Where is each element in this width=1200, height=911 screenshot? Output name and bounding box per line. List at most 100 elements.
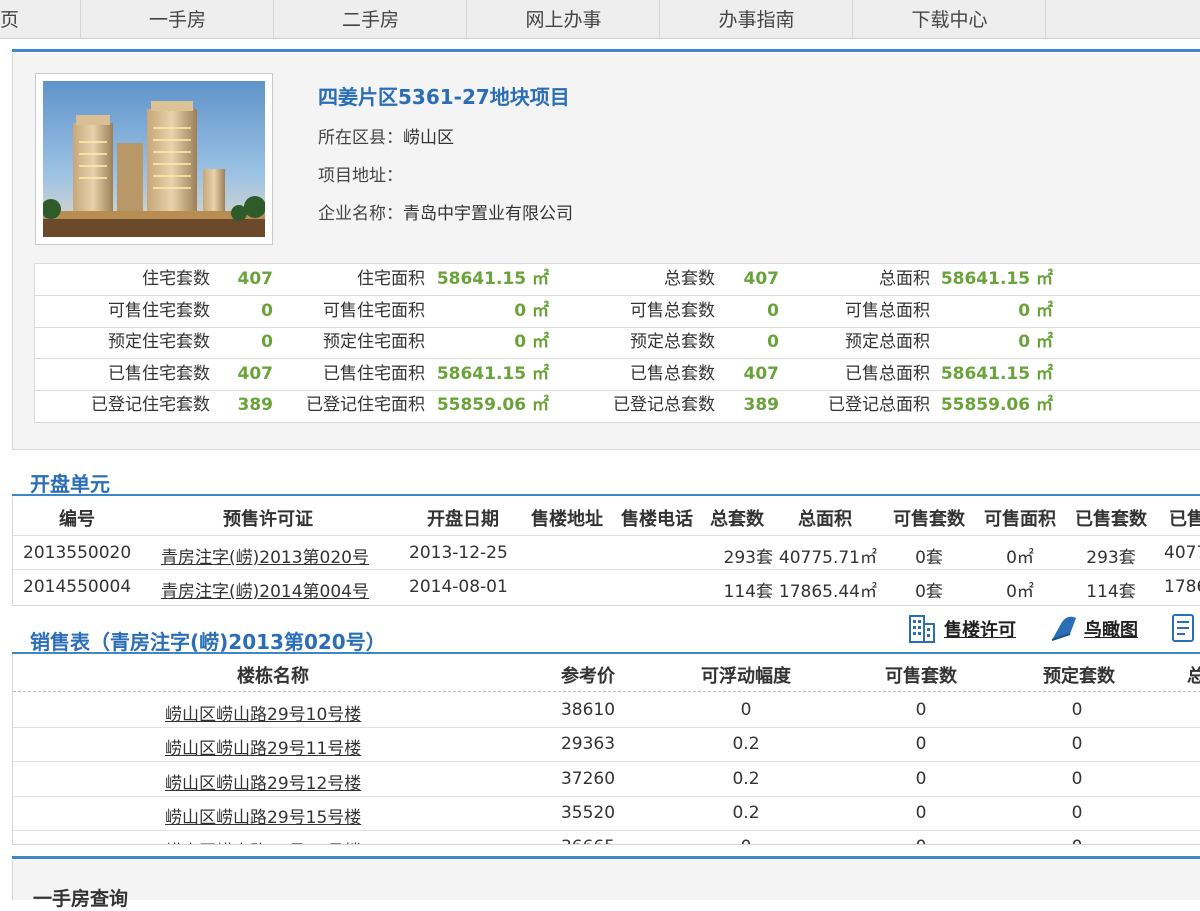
units-col-area: 总面积 (798, 509, 852, 530)
units-table: 编号 预售许可证 开盘日期 售楼地址 售楼电话 总套数 总面积 可售套数 可售面… (12, 497, 1200, 606)
query-section-title: 一手房查询 (33, 888, 129, 910)
sales-section-title: 销售表（青房注字(崂)2013第020号） (30, 630, 386, 654)
units-col-phone: 售楼电话 (621, 509, 693, 530)
building-price: 29363 (560, 734, 616, 754)
building-avail: 0 (871, 837, 971, 844)
district-line: 所在区县：崂山区 (318, 123, 454, 148)
stat-label: 预定总面积 (845, 332, 930, 353)
nav-item-home[interactable]: 页 (0, 0, 80, 38)
building-link[interactable]: 崂山区崂山路29号10号楼 (165, 700, 361, 725)
stat-value: 0 (261, 300, 273, 321)
building-link[interactable]: 崂山区崂山路29号16号楼 (165, 837, 361, 844)
query-divider (12, 856, 1200, 859)
building-link[interactable]: 崂山区崂山路29号15号楼 (165, 803, 361, 828)
stat-value: 58641.15 ㎡ (940, 269, 1053, 289)
unit-permit-link[interactable]: 青房注字(崂)2014第004号 (161, 577, 369, 602)
unit-avail: 0套 (915, 582, 943, 602)
stat-value: 0 ㎡ (1018, 332, 1053, 353)
building-link[interactable]: 崂山区崂山路29号11号楼 (165, 734, 361, 759)
unit-avail-area: 0㎡ (1006, 548, 1034, 568)
sales-col-price: 参考价 (561, 666, 615, 687)
nav-item-second-hand[interactable]: 二手房 (273, 0, 467, 38)
stat-label: 住宅面积 (357, 269, 425, 289)
building-avail: 0 (915, 734, 927, 754)
nav-item-download[interactable]: 下载中心 (852, 0, 1046, 38)
stat-value: 0 ㎡ (514, 332, 549, 353)
stat-value: 0 ㎡ (1018, 300, 1053, 321)
unit-sold-area: 1786 (1164, 577, 1200, 597)
divider (12, 49, 1200, 52)
stat-value: 58641.15 ㎡ (436, 363, 549, 384)
building-permit-button[interactable]: 售楼许可 (944, 616, 1016, 642)
stat-label: 已售住宅面积 (323, 363, 425, 384)
building-float: 0.2 (732, 734, 760, 754)
unit-total: 293套 (723, 548, 773, 568)
aerial-view-button[interactable]: 鸟瞰图 (1084, 616, 1138, 642)
project-title: 四姜片区5361-27地块项目 (318, 85, 570, 109)
sales-row-line (13, 761, 1200, 762)
stat-label: 住宅套数 (142, 269, 210, 289)
stats-row: 已登记住宅套数 389 已登记住宅面积 55859.06 ㎡已登记总套数 389 已登记总… (35, 390, 1200, 421)
building-price: 37260 (560, 769, 616, 789)
unit-permit-link[interactable]: 青房注字(崂)2013第020号 (161, 543, 369, 568)
nav-item-guide[interactable]: 办事指南 (659, 0, 853, 38)
stat-label: 预定住宅套数 (108, 332, 210, 353)
sales-header-line (13, 691, 1200, 692)
stat-label: 已登记总套数 (613, 395, 715, 416)
sales-table: 楼栋名称 参考价 可浮动幅度 可售套数 预定套数 总 崂山区崂山路29号10号楼… (12, 654, 1200, 845)
units-divider (12, 494, 1200, 496)
units-col-date: 开盘日期 (427, 509, 499, 530)
stat-label: 可售总套数 (630, 300, 715, 321)
company-line: 企业名称：青岛中宇置业有限公司 (318, 199, 573, 224)
unit-id: 2014550004 (23, 577, 132, 597)
aerial-view-icon[interactable] (1048, 612, 1080, 644)
stat-label: 已登记住宅面积 (306, 395, 425, 416)
unit-avail-area: 0㎡ (1006, 582, 1034, 602)
stat-label: 预定住宅面积 (323, 332, 425, 353)
unit-area: 40775.71㎡ (778, 548, 877, 568)
unit-date: 2014-08-01 (409, 577, 508, 597)
units-col-avail: 可售套数 (893, 509, 965, 530)
unit-sold-area: 4077 (1164, 543, 1200, 563)
building-reserved: 0 (1071, 803, 1083, 823)
nav-item-online-service[interactable]: 网上办事 (466, 0, 660, 38)
building-float: 0.2 (732, 803, 760, 823)
building-link[interactable]: 崂山区崂山路29号12号楼 (165, 769, 361, 794)
stat-value: 58641.15 ㎡ (940, 363, 1053, 384)
units-col-total: 总套数 (710, 509, 764, 530)
building-price: 36665 (533, 837, 643, 844)
unit-total: 114套 (723, 582, 773, 602)
stat-label: 已登记住宅套数 (91, 395, 210, 416)
stat-label: 已售住宅套数 (108, 363, 210, 384)
stat-label: 可售住宅面积 (323, 300, 425, 321)
building-avail: 0 (915, 769, 927, 789)
nav-item-new-house[interactable]: 一手房 (80, 0, 274, 38)
building-reserved: 0 (1071, 700, 1083, 720)
top-nav: 页 一手房 二手房 网上办事 办事指南 下载中心 (0, 0, 1200, 39)
stat-label: 可售住宅套数 (108, 300, 210, 321)
project-photo[interactable] (43, 81, 265, 237)
building-price: 38610 (560, 700, 616, 720)
building-reserved: 0 (1071, 769, 1083, 789)
stat-value: 0 ㎡ (514, 300, 549, 321)
document-icon[interactable] (1170, 612, 1200, 644)
sales-header-row: 楼栋名称 参考价 可浮动幅度 可售套数 预定套数 总 (13, 662, 1200, 692)
unit-sold: 114套 (1086, 582, 1136, 602)
building-reserved: 0 (1071, 734, 1083, 754)
company-value: 青岛中宇置业有限公司 (403, 204, 573, 224)
units-col-sold-area: 已售 (1169, 509, 1200, 530)
building-permit-icon[interactable] (906, 612, 938, 644)
unit-sold: 293套 (1086, 548, 1136, 568)
stat-label: 总套数 (664, 269, 715, 289)
project-photo-frame (35, 73, 273, 245)
units-section-title: 开盘单元 (30, 472, 110, 496)
units-col-avail-area: 可售面积 (984, 509, 1056, 530)
sales-row-line (13, 830, 1200, 831)
unit-date: 2013-12-25 (409, 543, 508, 563)
building-avail: 0 (915, 700, 927, 720)
stat-label: 总面积 (879, 269, 930, 289)
sales-col-reserved: 预定套数 (1043, 666, 1115, 687)
building-float: 0 (740, 700, 752, 720)
units-col-sold: 已售套数 (1075, 509, 1147, 530)
stat-label: 已售总套数 (630, 363, 715, 384)
